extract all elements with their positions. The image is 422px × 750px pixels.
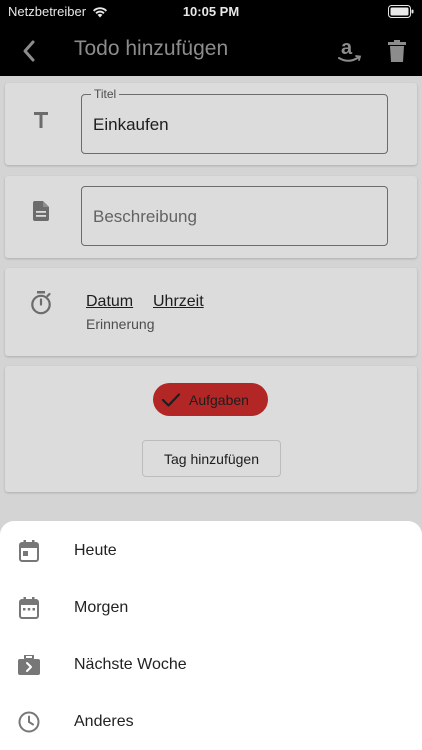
sheet-item-tomorrow[interactable]: Morgen bbox=[0, 579, 422, 636]
sheet-item-label: Morgen bbox=[74, 598, 129, 616]
sheet-item-next-week[interactable]: Nächste Woche bbox=[0, 636, 422, 693]
bottom-sheet: Heute Morgen Nächste Woche Anderes bbox=[0, 521, 422, 750]
next-week-icon bbox=[17, 653, 41, 677]
calendar-icon bbox=[17, 596, 41, 620]
clock-icon bbox=[17, 710, 41, 734]
sheet-item-label: Anderes bbox=[74, 712, 134, 730]
sheet-item-today[interactable]: Heute bbox=[0, 522, 422, 579]
sheet-item-label: Nächste Woche bbox=[74, 655, 187, 673]
calendar-today-icon bbox=[17, 539, 41, 563]
sheet-item-label: Heute bbox=[74, 541, 117, 559]
sheet-item-other[interactable]: Anderes bbox=[0, 693, 422, 750]
